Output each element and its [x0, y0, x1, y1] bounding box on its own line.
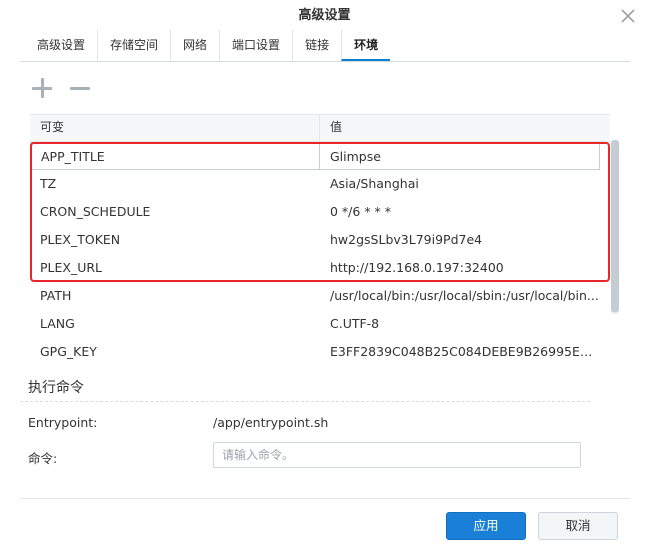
- variable-cell: PLEX_URL: [40, 260, 103, 275]
- column-header-value[interactable]: 值: [320, 115, 610, 141]
- table-row[interactable]: TZ Asia/Shanghai: [30, 170, 610, 198]
- close-icon-graphic: [621, 9, 635, 23]
- table-row[interactable]: LANG C.UTF-8: [30, 310, 610, 338]
- variable-cell: PATH: [40, 288, 72, 303]
- minus-icon[interactable]: [68, 76, 92, 100]
- table-row[interactable]: CRON_SCHEDULE 0 */6 * * *: [30, 198, 610, 226]
- tab-port-settings[interactable]: 端口设置: [219, 30, 292, 61]
- variable-cell: TZ: [40, 176, 57, 191]
- table-row[interactable]: PLEX_TOKEN hw2gsSLbv3L79i9Pd7e4: [30, 226, 610, 254]
- tab-bar: 高级设置 存储空间 网络 端口设置 链接 环境: [20, 30, 630, 62]
- table-row[interactable]: GPG_KEY E3FF2839C048B25C084DEBE9B26995E3…: [30, 338, 610, 366]
- cancel-button[interactable]: 取消: [538, 512, 618, 540]
- table-row[interactable]: PATH /usr/local/bin:/usr/local/sbin:/usr…: [30, 282, 610, 310]
- variable-cell: GPG_KEY: [40, 344, 97, 359]
- environment-table: 可变 值 APP_TITLE Glimpse TZ Asia/Shanghai …: [30, 114, 610, 364]
- table-scrollbar[interactable]: [611, 140, 619, 314]
- value-cell[interactable]: Glimpse: [320, 142, 600, 170]
- value-cell: /usr/local/bin:/usr/local/sbin:/usr/loca…: [330, 288, 599, 303]
- value-cell: C.UTF-8: [330, 316, 380, 331]
- variable-cell: CRON_SCHEDULE: [40, 204, 151, 219]
- tab-network[interactable]: 网络: [170, 30, 219, 61]
- command-label: 命令:: [28, 451, 58, 466]
- table-row[interactable]: PLEX_URL http://192.168.0.197:32400: [30, 254, 610, 282]
- tab-advanced-settings[interactable]: 高级设置: [20, 30, 97, 61]
- value-cell: Asia/Shanghai: [330, 176, 419, 191]
- section-divider: [20, 401, 590, 402]
- entrypoint-label: Entrypoint:: [28, 415, 98, 430]
- tab-storage[interactable]: 存储空间: [97, 30, 170, 61]
- column-header-variable[interactable]: 可变: [30, 115, 320, 141]
- plus-icon[interactable]: [30, 76, 54, 100]
- entrypoint-value: /app/entrypoint.sh: [213, 415, 329, 430]
- variable-cell: PLEX_TOKEN: [40, 232, 121, 247]
- apply-button[interactable]: 应用: [446, 512, 526, 540]
- tab-links[interactable]: 链接: [292, 30, 341, 61]
- value-cell: http://192.168.0.197:32400: [330, 260, 504, 275]
- value-cell: hw2gsSLbv3L79i9Pd7e4: [330, 232, 483, 247]
- scrollbar-thumb[interactable]: [611, 140, 619, 312]
- variable-cell: LANG: [40, 316, 75, 331]
- dialog-title: 高级设置: [298, 8, 351, 23]
- close-icon[interactable]: [621, 8, 635, 23]
- value-cell: E3FF2839C048B25C084DEBE9B26995E310...: [330, 344, 600, 359]
- value-cell: 0 */6 * * *: [330, 204, 392, 219]
- footer-divider: [20, 498, 630, 499]
- table-header: 可变 值: [30, 114, 610, 142]
- section-title-exec: 执行命令: [28, 380, 84, 396]
- table-body: APP_TITLE Glimpse TZ Asia/Shanghai CRON_…: [30, 142, 610, 366]
- table-row[interactable]: APP_TITLE Glimpse: [30, 142, 610, 170]
- variable-cell[interactable]: APP_TITLE: [30, 142, 320, 170]
- tab-environment[interactable]: 环境: [341, 30, 391, 61]
- command-input[interactable]: [213, 442, 581, 468]
- env-toolbar: [30, 76, 92, 102]
